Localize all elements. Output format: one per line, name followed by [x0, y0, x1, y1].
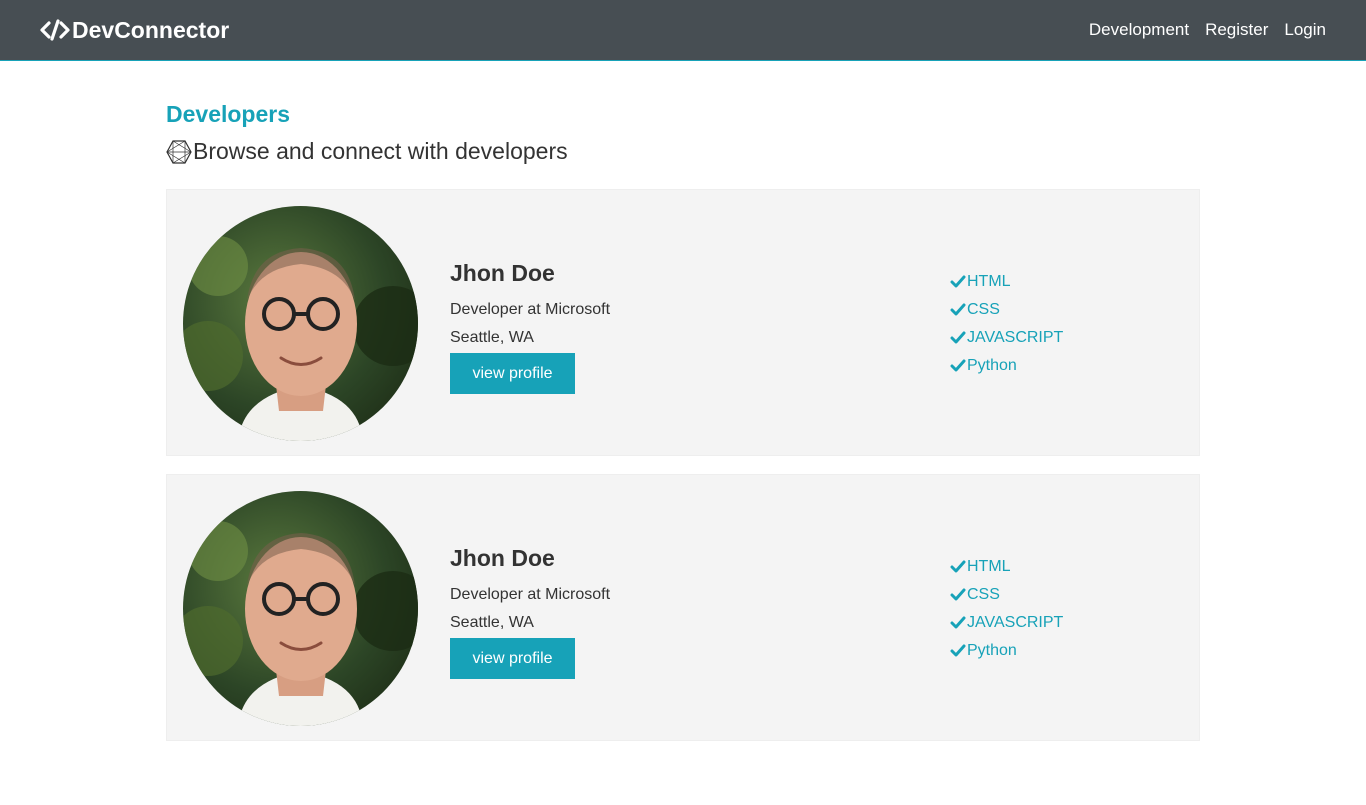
skill-item: CSS [950, 581, 1063, 609]
connect-develop-icon [166, 139, 192, 165]
profile-name: Jhon Doe [450, 260, 555, 286]
brand-link[interactable]: DevConnector [40, 17, 229, 44]
skill-item: Python [950, 637, 1063, 665]
skill-item: CSS [950, 296, 1063, 324]
skill-item: HTML [950, 553, 1063, 581]
view-profile-button[interactable]: view profile [450, 638, 575, 679]
skill-label: Python [967, 642, 1017, 659]
check-icon [950, 587, 966, 603]
nav-link-development[interactable]: Development [1089, 20, 1189, 40]
skill-item: JAVASCRIPT [950, 324, 1063, 352]
nav-link-register[interactable]: Register [1205, 20, 1268, 40]
check-icon [950, 615, 966, 631]
profile-card: Jhon Doe Developer at Microsoft Seattle,… [166, 474, 1200, 741]
check-icon [950, 643, 966, 659]
profile-location: Seattle, WA [450, 614, 534, 631]
brand-name: DevConnector [72, 16, 230, 43]
skill-label: CSS [967, 586, 1000, 603]
code-icon [40, 18, 70, 42]
navbar: DevConnector Development Register Login [0, 0, 1366, 61]
profile-name: Jhon Doe [450, 545, 555, 571]
check-icon [950, 330, 966, 346]
check-icon [950, 274, 966, 290]
skill-item: JAVASCRIPT [950, 609, 1063, 637]
skill-label: HTML [967, 558, 1011, 575]
skills-list: HTML CSS JAVASCRIPT Python [950, 553, 1063, 665]
avatar [183, 206, 418, 441]
view-profile-button[interactable]: view profile [450, 353, 575, 394]
lead-text: Browse and connect with developers [193, 138, 568, 164]
check-icon [950, 302, 966, 318]
skill-item: HTML [950, 268, 1063, 296]
nav-links: Development Register Login [1073, 20, 1326, 40]
nav-link-login[interactable]: Login [1284, 20, 1326, 40]
skill-item: Python [950, 352, 1063, 380]
skill-label: HTML [967, 273, 1011, 290]
profile-location: Seattle, WA [450, 329, 534, 346]
profile-status: Developer at Microsoft [450, 586, 611, 603]
profile-info: Jhon Doe Developer at Microsoft Seattle,… [450, 545, 610, 679]
avatar [183, 491, 418, 726]
profile-card: Jhon Doe Developer at Microsoft Seattle,… [166, 189, 1200, 456]
check-icon [950, 358, 966, 374]
skill-label: JAVASCRIPT [967, 329, 1064, 346]
check-icon [950, 559, 966, 575]
skill-label: Python [967, 357, 1017, 374]
skills-list: HTML CSS JAVASCRIPT Python [950, 268, 1063, 380]
skill-label: JAVASCRIPT [967, 614, 1064, 631]
profile-status: Developer at Microsoft [450, 301, 611, 318]
page-lead: Browse and connect with developers [166, 138, 568, 165]
profile-info: Jhon Doe Developer at Microsoft Seattle,… [450, 260, 610, 394]
page-title: Developers [166, 101, 291, 127]
skill-label: CSS [967, 301, 1000, 318]
